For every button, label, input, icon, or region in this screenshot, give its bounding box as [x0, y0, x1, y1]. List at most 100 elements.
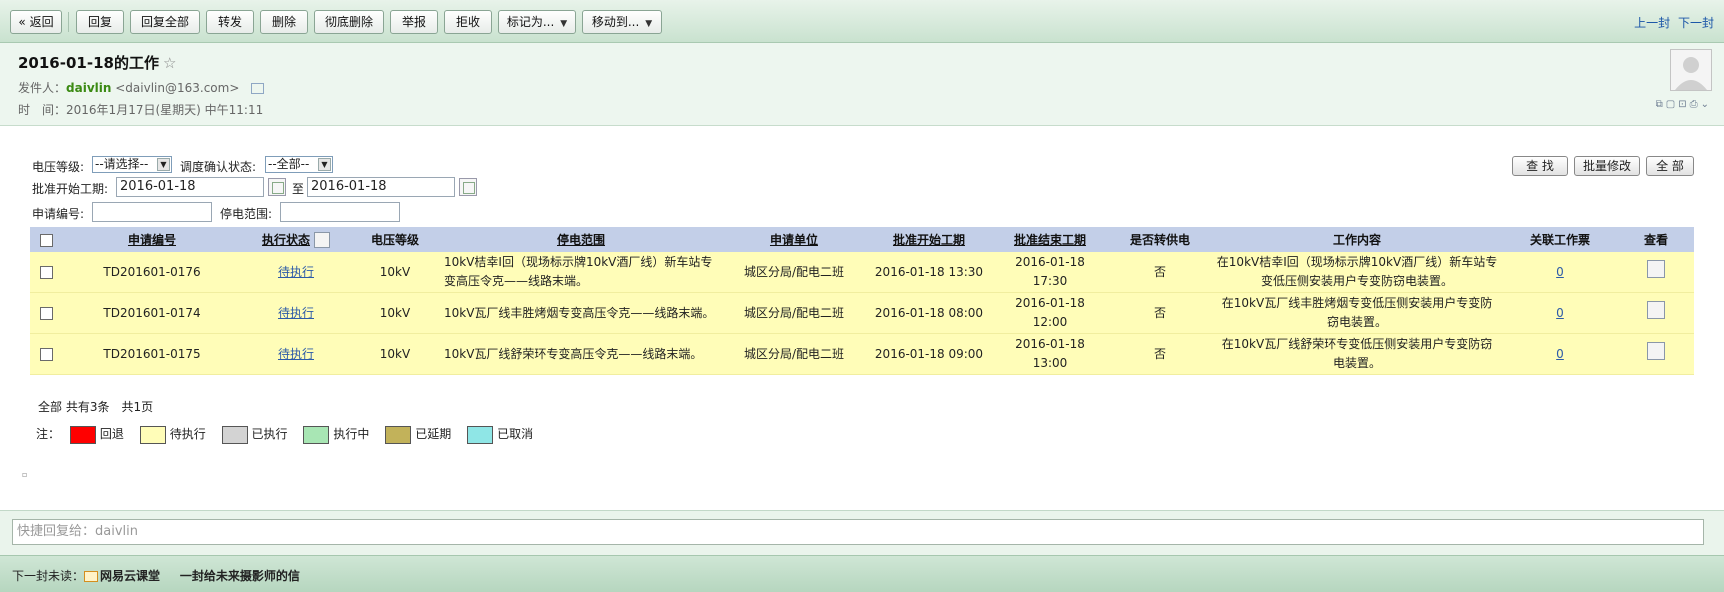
dispatch-status-value: --全部--: [268, 157, 310, 171]
legend-swatch: [467, 425, 494, 444]
delete-button[interactable]: 删除: [260, 10, 308, 34]
print-icon[interactable]: ⎙: [1690, 99, 1701, 110]
tickets-link[interactable]: 0: [1556, 265, 1564, 279]
chevron-down-icon: ▼: [318, 158, 331, 171]
dispatch-status-label: 调度确认状态:: [180, 160, 257, 174]
view-icon[interactable]: [1647, 342, 1665, 360]
row-checkbox[interactable]: [39, 265, 53, 279]
export-icon[interactable]: ⊡: [1678, 99, 1689, 110]
mark-as-dropdown[interactable]: 标记为... ▼: [498, 10, 576, 34]
legend-label: 已执行: [251, 427, 288, 441]
move-to-label: 移动到...: [591, 15, 640, 29]
view-icon[interactable]: [1647, 260, 1665, 278]
voltage-label: 电压等级:: [32, 160, 85, 174]
mail-header: 2016-01-18的工作 ☆ 发件人：daivlin <daivlin@163.…: [0, 43, 1724, 126]
avatar-icon: [1675, 57, 1707, 90]
header-content: 工作内容: [1212, 227, 1502, 252]
legend-item: 执行中: [297, 425, 369, 444]
next-unread-bar: 下一封未读： 网易云课堂 一封给未来摄影师的信: [0, 555, 1724, 592]
sender-row: 发件人：daivlin <daivlin@163.com>: [18, 79, 265, 96]
select-all-checkbox[interactable]: [39, 233, 53, 247]
sender-name[interactable]: daivlin: [66, 81, 111, 95]
legend-note: 注：: [36, 427, 61, 441]
envelope-icon: [84, 571, 99, 582]
quick-reply-bar: 快捷回复给：daivlin: [0, 510, 1724, 555]
star-icon[interactable]: ☆: [163, 54, 176, 72]
new-window-icon[interactable]: ⧉: [1656, 99, 1666, 110]
view-icon[interactable]: [1647, 301, 1665, 319]
tickets-link[interactable]: 0: [1556, 306, 1564, 320]
start-date-to-input[interactable]: 2016-01-18: [307, 177, 455, 197]
legend-item: 待执行: [134, 425, 206, 444]
header-start[interactable]: 批准开始工期: [866, 227, 992, 252]
header-apply-no[interactable]: 申请编号: [62, 227, 242, 252]
search-button[interactable]: 查 找: [1512, 156, 1568, 176]
pagination-summary: 全部 共有3条 共1页: [38, 400, 154, 414]
show-all-button[interactable]: 全 部: [1646, 156, 1694, 176]
cell-voltage: 10kV: [350, 292, 440, 334]
delete-permanent-button[interactable]: 彻底删除: [314, 10, 384, 34]
legend-swatch: [385, 425, 412, 444]
apply-no-label: 申请编号:: [32, 207, 85, 221]
report-button[interactable]: 举报: [390, 10, 438, 34]
apply-no-input[interactable]: [92, 202, 212, 222]
reply-all-button[interactable]: 回复全部: [130, 10, 200, 34]
original-icon[interactable]: ▢: [1666, 99, 1678, 110]
header-outage-range[interactable]: 停电范围: [440, 227, 722, 252]
expand-icon[interactable]: ⌄: [1701, 99, 1712, 110]
status-link[interactable]: 待执行: [278, 306, 314, 320]
mark-as-label: 标记为...: [506, 15, 555, 29]
next-mail-link[interactable]: 下一封: [1678, 16, 1714, 30]
sort-icon[interactable]: [314, 232, 330, 249]
outage-range-input[interactable]: [280, 202, 400, 222]
cell-unit: 城区分局/配电二班: [722, 292, 866, 334]
calendar-icon[interactable]: [268, 178, 286, 196]
quick-reply-input[interactable]: 快捷回复给：daivlin: [12, 519, 1704, 545]
next-unread-subject[interactable]: 一封给未来摄影师的信: [180, 569, 300, 583]
legend-item: 已取消: [461, 425, 533, 444]
move-to-dropdown[interactable]: 移动到... ▼: [582, 10, 662, 34]
prev-mail-link[interactable]: 上一封: [1634, 16, 1670, 30]
batch-modify-button[interactable]: 批量修改: [1574, 156, 1640, 176]
reply-button[interactable]: 回复: [76, 10, 124, 34]
header-voltage: 电压等级: [350, 227, 440, 252]
voltage-select[interactable]: --请选择-- ▼: [92, 156, 172, 173]
row-select-cell: [30, 252, 62, 293]
row-checkbox[interactable]: [39, 306, 53, 320]
legend-label: 已取消: [497, 427, 534, 441]
cell-status: 待执行: [242, 252, 350, 293]
legend-swatch: [303, 425, 330, 444]
reject-button[interactable]: 拒收: [444, 10, 492, 34]
cell-transfer: 否: [1108, 333, 1212, 375]
next-unread-sender[interactable]: 网易云课堂: [100, 569, 160, 583]
tickets-link[interactable]: 0: [1556, 347, 1564, 361]
header-view: 查看: [1618, 227, 1694, 252]
header-end[interactable]: 批准结束工期: [992, 227, 1108, 252]
cell-content: 在10kV瓦厂线舒荣环专变低压侧安装用户专变防窃电装置。: [1212, 333, 1502, 375]
time-row: 时 间：2016年1月17日(星期天) 中午11:11: [18, 101, 263, 118]
cell-view: [1618, 292, 1694, 334]
header-unit[interactable]: 申请单位: [722, 227, 866, 252]
legend-label: 待执行: [169, 427, 206, 441]
row-checkbox[interactable]: [39, 347, 53, 361]
legend-label: 回退: [99, 427, 124, 441]
cell-transfer: 否: [1108, 292, 1212, 334]
forward-button[interactable]: 转发: [206, 10, 254, 34]
back-button[interactable]: « 返回: [10, 10, 62, 34]
mail-toolbar: « 返回 回复 回复全部 转发 删除 彻底删除 举报 拒收 标记为... ▼ 移动…: [0, 0, 1724, 43]
header-status[interactable]: 执行状态: [242, 227, 350, 252]
cell-content: 在10kV桔幸I回（现场标示牌10kV酒厂线）新车站专变低压侧安装用户专变防窃电…: [1212, 252, 1502, 293]
dispatch-status-select[interactable]: --全部-- ▼: [265, 156, 333, 173]
status-link[interactable]: 待执行: [278, 347, 314, 361]
mail-navigation: 上一封 下一封: [1630, 14, 1714, 31]
time-value: 2016年1月17日(星期天) 中午11:11: [66, 103, 264, 117]
cell-outage-range: 10kV瓦厂线丰胜烤烟专变高压令克——线路末端。: [440, 292, 722, 334]
status-link[interactable]: 待执行: [278, 265, 314, 279]
table-header-row: 申请编号 执行状态 电压等级 停电范围 申请单位 批准开始工期 批准结束工期 是…: [30, 227, 1694, 252]
start-date-label: 批准开始工期:: [32, 182, 109, 196]
header-tickets: 关联工作票: [1502, 227, 1618, 252]
calendar-icon[interactable]: [459, 178, 477, 196]
cell-start: 2016-01-18 09:00: [866, 333, 992, 375]
start-date-from-input[interactable]: 2016-01-18: [116, 177, 264, 197]
add-contact-icon[interactable]: [251, 83, 265, 94]
